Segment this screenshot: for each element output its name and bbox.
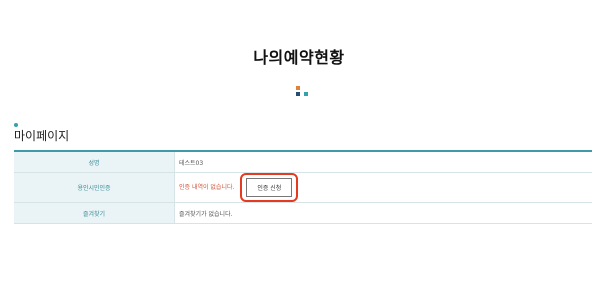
orange-dot [296,86,300,90]
name-value: 테스트03 [179,159,204,167]
citizen-cert-status: 인증 내역이 없습니다. [179,184,235,191]
favorites-label-cell: 즐겨찾기 [14,202,175,224]
favorites-value-cell: 즐겨찾기가 없습니다. [174,202,592,224]
title-decoration-icon [294,86,310,98]
name-value-cell: 테스트03 [174,151,592,173]
navy-dot [296,92,300,96]
favorites-value: 즐겨찾기가 없습니다. [179,210,233,218]
table-row-citizen-cert: 용인시민인증 인증 내역이 없습니다. 인증 신청 [14,172,592,203]
name-label-cell: 성명 [14,151,175,173]
teal-dot [304,92,308,96]
citizen-cert-value-cell: 인증 내역이 없습니다. 인증 신청 [174,172,592,203]
citizen-cert-label: 용인시민인증 [77,185,111,192]
name-label: 성명 [88,159,100,167]
page-title: 나의예약현황 [253,48,345,67]
favorites-label: 즐겨찾기 [82,210,106,218]
citizen-cert-label-cell: 용인시민인증 [14,172,175,203]
table-row-name: 성명 테스트03 [14,151,592,173]
profile-info-table: 성명 테스트03 용인시민인증 인증 내역이 없습니다. 인증 신청 즐겨찾기 … [14,150,592,224]
apply-certification-button[interactable]: 인증 신청 [246,178,293,197]
table-row-favorites: 즐겨찾기 즐겨찾기가 없습니다. [14,202,592,224]
section-title: 마이페이지 [14,129,70,143]
cert-button-highlight: 인증 신청 [240,173,299,202]
